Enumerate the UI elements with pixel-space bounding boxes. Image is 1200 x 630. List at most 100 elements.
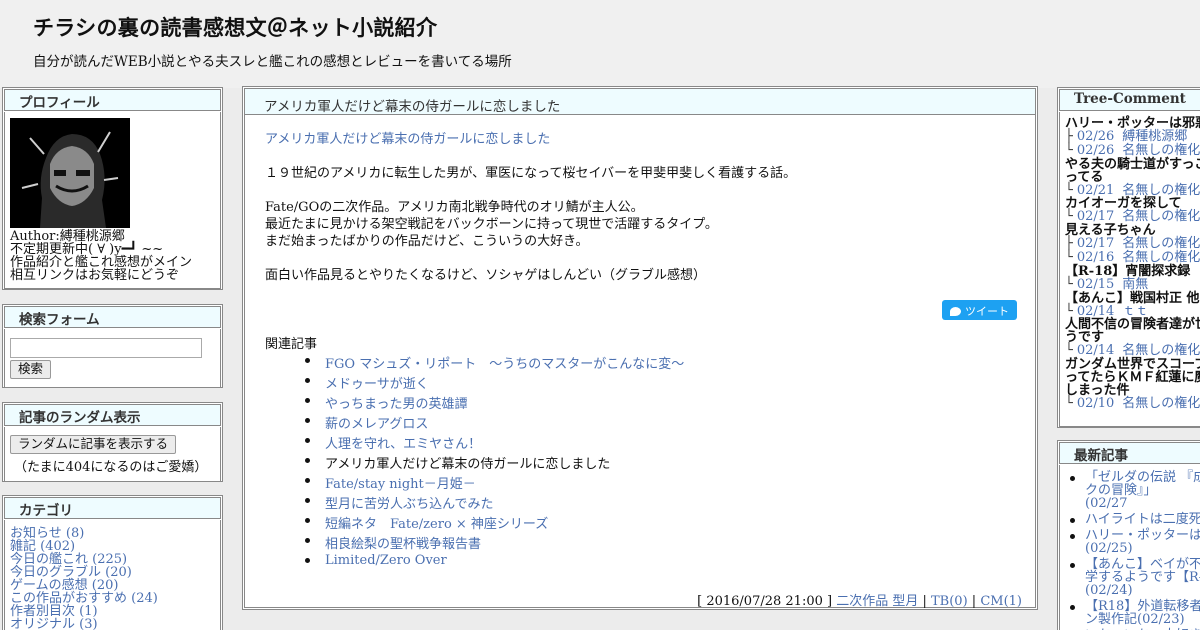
article-category-link[interactable]: 二次作品 型月 (836, 594, 918, 609)
latest-articles-list: 「ゼルダの伝説 『成 クの冒険』」 (02/27 ハイライトは二度死ハリー・ポッターは… (1067, 471, 1200, 630)
latest-article-item[interactable]: ハイライトは二度死 (1067, 513, 1200, 526)
tweet-button[interactable]: ツイート (942, 300, 1017, 320)
tree-branch: └ (1065, 276, 1073, 292)
related-article-item[interactable]: 薪のメレアグロス (305, 413, 684, 433)
twitter-bird-icon (950, 307, 961, 316)
tree-branch: └ (1065, 249, 1073, 265)
site-header: チラシの裏の読書感想文＠ネット小説紹介 自分が読んだWEB小説とやる夫スレと艦こ… (0, 0, 1200, 88)
profile-heading: プロフィール (4, 89, 221, 111)
tree-comment-box: Tree-Comment ハリー・ポッターは邪悪 ├ 02/26 縛種桃源郷 └ 02/2… (1057, 87, 1200, 428)
tree-comment-author[interactable]: 名無しの権化 (1122, 236, 1200, 251)
tree-comment-author[interactable]: 名無しの権化 (1122, 209, 1200, 224)
related-article-link[interactable]: 型月に苦労人ぶち込んでみた (325, 497, 493, 512)
comment-link[interactable]: CM(1) (980, 594, 1022, 609)
article-paragraph: １９世紀のアメリカに転生した男が、軍医になって桜セイバーを甲斐甲斐しく看護する話… (265, 166, 797, 181)
tree-comment-date[interactable]: 02/10 (1077, 396, 1114, 411)
related-article-item[interactable]: FGO マシュズ・リポート ～うちのマスターがこんなに変～ (305, 353, 684, 373)
tree-comment-date[interactable]: 02/17 (1077, 236, 1114, 251)
search-form-box: 検索フォーム 検索 (2, 304, 223, 388)
latest-article-date: (02/23) (1137, 612, 1185, 627)
author-avatar (10, 118, 130, 228)
related-article-item[interactable]: Limited/Zero Over (305, 553, 684, 573)
related-article-item[interactable]: メドゥーサが逝く (305, 373, 684, 393)
tree-comment-author[interactable]: 名無しの権化 (1122, 396, 1200, 411)
profile-line: 相互リンクはお気軽にどうぞ (10, 268, 180, 283)
latest-article-date: (02/25) (1085, 541, 1133, 556)
latest-article-item[interactable]: 「ゼルダの伝説 『成 クの冒険』」 (02/27 (1067, 471, 1200, 510)
latest-article-link-cont[interactable]: ン製作記 (1085, 612, 1137, 627)
tree-comment-row: └ 02/15 南無 (1065, 276, 1200, 292)
latest-article-date: (02/27 (1085, 496, 1128, 511)
related-article-link[interactable]: 薪のメレアグロス (325, 417, 428, 432)
search-input[interactable] (10, 338, 202, 358)
tree-comment-list: ハリー・ポッターは邪悪 ├ 02/26 縛種桃源郷 └ 02/26 名無しの権化 やる夫の騎士… (1059, 112, 1200, 427)
tree-comment-date[interactable]: 02/26 (1077, 129, 1114, 144)
related-articles-label: 関連記事 (265, 337, 318, 352)
search-button[interactable]: 検索 (10, 360, 52, 379)
tree-comment-row: └ 02/17 名無しの権化 (1065, 210, 1200, 224)
related-article-current: アメリカ軍人だけど幕末の侍ガールに恋しました (305, 453, 684, 473)
tree-comment-date[interactable]: 02/26 (1077, 143, 1114, 158)
random-article-note: （たまに404になるのはご愛嬌） (14, 459, 208, 475)
related-article-item[interactable]: 人理を守れ、エミヤさん！ (305, 433, 684, 453)
related-article-link[interactable]: FGO マシュズ・リポート ～うちのマスターがこんなに変～ (325, 357, 684, 372)
tree-comment-date[interactable]: 02/16 (1077, 250, 1114, 265)
related-article-link[interactable]: Fate/stay night－月姫－ (325, 477, 476, 492)
tree-comment-article-title[interactable]: ってる (1065, 171, 1200, 184)
related-article-item[interactable]: 相良絵梨の聖杯戦争報告書 (305, 533, 684, 553)
tree-comment-date[interactable]: 02/17 (1077, 209, 1114, 224)
tree-comment-article-title[interactable]: やる夫の騎士道がすっご (1065, 158, 1200, 171)
related-article-link[interactable]: 人理を守れ、エミヤさん！ (325, 437, 481, 452)
article-title: アメリカ軍人だけど幕末の侍ガールに恋しました (244, 88, 1036, 115)
profile-box: プロフィール Author:縛種桃源郷 不定期更新中( ∀ )y━┛ ~~ 作品… (2, 87, 223, 290)
tree-branch: ├ (1065, 236, 1073, 252)
latest-article-link[interactable]: ハイライトは二度死 (1085, 513, 1200, 526)
tree-comment-row: ├ 02/26 縛種桃源郷 (1065, 130, 1200, 144)
latest-article-item[interactable]: 【あんこ】ベイが不 学するようです【R- (02/24) (1067, 558, 1200, 597)
related-article-link[interactable]: 短編ネタ Fate/zero × 神座シリーズ (325, 517, 548, 532)
related-article-link[interactable]: Limited/Zero Over (325, 553, 447, 568)
category-heading: カテゴリ (4, 497, 221, 519)
article-source-link[interactable]: アメリカ軍人だけど幕末の侍ガールに恋しました (265, 128, 550, 147)
search-form-heading: 検索フォーム (4, 306, 221, 328)
random-article-button[interactable]: ランダムに記事を表示する (10, 435, 177, 454)
article-paragraph: 面白い作品見るとやりたくなるけど、ソシャゲはしんどい（グラブル感想） (265, 268, 706, 283)
article-paragraph: まだ始まったばかりの作品だけど、こういうの大好き。 (265, 234, 589, 249)
latest-article-item[interactable]: 【R18】外道転移者のン製作記(02/23) (1067, 600, 1200, 626)
tree-branch: └ (1065, 142, 1073, 158)
trackback-link[interactable]: TB(0) (931, 594, 968, 609)
related-article-item[interactable]: Fate/stay night－月姫－ (305, 473, 684, 493)
latest-articles-heading: 最新記事 (1059, 442, 1200, 464)
related-article-link[interactable]: メドゥーサが逝く (325, 377, 429, 392)
latest-article-item[interactable]: ハリー・ポッターは (02/25) (1067, 529, 1200, 555)
tree-comment-heading: Tree-Comment (1059, 89, 1200, 111)
related-article-item[interactable]: 型月に苦労人ぶち込んでみた (305, 493, 684, 513)
tweet-label: ツイート (965, 305, 1009, 318)
tree-comment-row: └ 02/26 名無しの権化 (1065, 142, 1200, 158)
tree-branch: └ (1065, 396, 1073, 412)
latest-article-date: (02/24) (1085, 583, 1133, 598)
site-description: 自分が読んだWEB小説とやる夫スレと艦これの感想とレビューを書いてる場所 (33, 54, 512, 70)
tree-comment-row: ├ 02/17 名無しの権化 (1065, 237, 1200, 251)
related-article-item[interactable]: 短編ネタ Fate/zero × 神座シリーズ (305, 513, 684, 533)
site-title[interactable]: チラシの裏の読書感想文＠ネット小説紹介 (33, 12, 437, 42)
article: アメリカ軍人だけど幕末の侍ガールに恋しました アメリカ軍人だけど幕末の侍ガールに… (242, 86, 1038, 610)
category-link[interactable]: オリジナル (3) (10, 618, 215, 630)
tree-comment-author[interactable]: 名無しの権化 (1122, 143, 1200, 158)
random-article-heading: 記事のランダム表示 (4, 404, 221, 426)
tree-branch: ├ (1065, 129, 1073, 144)
related-article-current-title: アメリカ軍人だけど幕末の侍ガールに恋しました (325, 457, 611, 472)
category-box: カテゴリ お知らせ (8) 雑記 (402) 今日の艦これ (225) 今日のグ… (2, 495, 223, 630)
latest-articles-box: 最新記事 「ゼルダの伝説 『成 クの冒険』」 (02/27 ハイライトは二度死ハリー・… (1057, 440, 1200, 630)
tree-comment-author[interactable]: 名無しの権化 (1122, 250, 1200, 265)
related-article-link[interactable]: 相良絵梨の聖杯戦争報告書 (325, 537, 481, 552)
tree-comment-date[interactable]: 02/15 (1077, 277, 1114, 292)
tree-comment-author[interactable]: 南無 (1122, 277, 1148, 292)
related-article-link[interactable]: やっちまった男の英雄譚 (325, 397, 467, 412)
article-body: アメリカ軍人だけど幕末の侍ガールに恋しました １９世紀のアメリカに転生した男が、… (244, 115, 1036, 609)
tree-comment-article-title[interactable]: 【あんこ】戦国村正 他 (1065, 292, 1200, 305)
tree-comment-article-title[interactable]: 【R-18】宵闇探求録 伯 (1065, 265, 1200, 278)
related-articles-list: FGO マシュズ・リポート ～うちのマスターがこんなに変～ メドゥーサが逝く や… (305, 353, 684, 573)
tree-comment-author[interactable]: 縛種桃源郷 (1122, 129, 1187, 144)
related-article-item[interactable]: やっちまった男の英雄譚 (305, 393, 684, 413)
